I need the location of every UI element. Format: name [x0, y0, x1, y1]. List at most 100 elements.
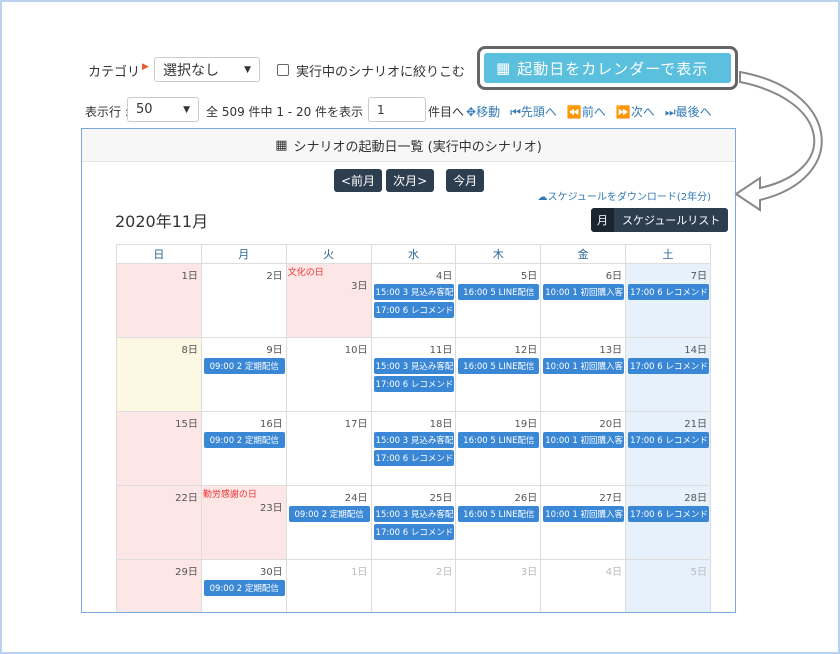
- calendar-day[interactable]: 9日 09:00 2 定期配信: [200, 337, 287, 412]
- calendar-event[interactable]: 10:00 1 初回購入客フォ: [543, 432, 625, 448]
- running-only-checkbox[interactable]: [277, 64, 289, 76]
- calendar-day[interactable]: 21日 17:00 6 レコメンドメ-: [625, 411, 711, 486]
- day-number: 5日: [690, 567, 707, 578]
- last-link[interactable]: ⏭最後へ: [665, 103, 712, 120]
- calendar-day[interactable]: 19日 16:00 5 LINE配信: [455, 411, 542, 486]
- calendar-day[interactable]: 6日 10:00 1 初回購入客フォ: [540, 263, 627, 338]
- calendar-event[interactable]: 17:00 6 レコメンドメ-: [373, 524, 455, 540]
- calendar-day[interactable]: 13日 10:00 1 初回購入客フォ: [540, 337, 627, 412]
- calendar-event[interactable]: 16:00 5 LINE配信: [458, 284, 540, 300]
- highlight-box: ▦ 起動日をカレンダーで表示: [477, 46, 738, 90]
- calendar-event[interactable]: 10:00 1 初回購入客フォ: [543, 358, 625, 374]
- page-input[interactable]: 1: [368, 97, 426, 122]
- view-list-button[interactable]: スケジュールリスト: [614, 208, 729, 232]
- calendar-event[interactable]: 15:00 3 見込み客配信: [373, 506, 455, 522]
- calendar-day[interactable]: 1日: [116, 263, 202, 338]
- calendar-event[interactable]: 09:00 2 定期配信: [203, 358, 285, 374]
- calendar-event[interactable]: 09:00 2 定期配信: [203, 580, 285, 596]
- calendar-day[interactable]: 5日: [625, 559, 711, 612]
- next-label: 次へ: [630, 105, 655, 119]
- calendar-day[interactable]: 2日: [370, 559, 457, 612]
- calendar-event[interactable]: 17:00 6 レコメンドメ-: [373, 450, 455, 466]
- calendar-day[interactable]: 16日 09:00 2 定期配信: [200, 411, 287, 486]
- calendar-event[interactable]: 16:00 5 LINE配信: [458, 432, 540, 448]
- day-number: 13日: [599, 345, 623, 356]
- category-value: 選択なし: [163, 62, 219, 79]
- calendar-day[interactable]: 2日: [200, 263, 287, 338]
- calendar-event[interactable]: 10:00 1 初回購入客フォ: [543, 506, 625, 522]
- calendar-event[interactable]: 15:00 3 見込み客配信: [373, 358, 455, 374]
- calendar-event[interactable]: 17:00 6 レコメンドメ-: [373, 376, 455, 392]
- day-number: 2日: [436, 567, 453, 578]
- next-month-button[interactable]: 次月>: [386, 169, 435, 192]
- calendar-event[interactable]: 17:00 6 レコメンドメ-: [628, 432, 709, 448]
- result-summary: 全 509 件中 1 - 20 件を表示: [206, 105, 364, 119]
- move-link[interactable]: ✥移動: [466, 103, 500, 120]
- calendar-day[interactable]: 25日 15:00 3 見込み客配信 17:00 6 レコメンドメ-: [370, 485, 457, 560]
- calendar-day[interactable]: 24日 09:00 2 定期配信: [285, 485, 372, 560]
- calendar-day[interactable]: 3日: [455, 559, 542, 612]
- calendar-event[interactable]: 10:00 1 初回購入客フォ: [543, 284, 625, 300]
- calendar-day[interactable]: 17日: [285, 411, 372, 486]
- calendar-day[interactable]: 28日 17:00 6 レコメンドメ-: [625, 485, 711, 560]
- first-link[interactable]: ⏮先頭へ: [510, 103, 557, 120]
- calendar-event[interactable]: 17:00 6 レコメンドメ-: [628, 506, 709, 522]
- holiday-label: 勤労感謝の日: [202, 490, 257, 500]
- weekday-header: 火: [285, 244, 372, 264]
- calendar-event[interactable]: 17:00 6 レコメンドメ-: [628, 358, 709, 374]
- calendar-day[interactable]: 8日: [116, 337, 202, 412]
- calendar-day[interactable]: 22日: [116, 485, 202, 560]
- calendar-event[interactable]: 16:00 5 LINE配信: [458, 358, 540, 374]
- prev-month-button[interactable]: <前月: [334, 169, 383, 192]
- day-number: 22日: [175, 493, 198, 504]
- day-number: 17日: [344, 419, 368, 430]
- calendar-day[interactable]: 15日: [116, 411, 202, 486]
- day-number: 29日: [175, 567, 198, 578]
- prev-link[interactable]: ⏪前へ: [567, 103, 606, 120]
- day-number: 15日: [175, 419, 198, 430]
- calendar-event[interactable]: 09:00 2 定期配信: [288, 506, 370, 522]
- calendar-day[interactable]: 10日: [285, 337, 372, 412]
- day-number: 11日: [429, 345, 453, 356]
- calendar-day[interactable]: 26日 16:00 5 LINE配信: [455, 485, 542, 560]
- calendar-day[interactable]: 27日 10:00 1 初回購入客フォ: [540, 485, 627, 560]
- calendar-event[interactable]: 15:00 3 見込み客配信: [373, 432, 455, 448]
- calendar-day[interactable]: 7日 17:00 6 レコメンドメ-: [625, 263, 711, 338]
- calendar-day[interactable]: 29日: [116, 559, 202, 612]
- calendar-day[interactable]: 1日: [285, 559, 372, 612]
- calendar-event[interactable]: 09:00 2 定期配信: [203, 432, 285, 448]
- day-number: 27日: [599, 493, 623, 504]
- calendar-event[interactable]: 17:00 6 レコメンドメ-: [628, 284, 709, 300]
- rows-select[interactable]: 50 ▼: [127, 97, 199, 122]
- calendar-day[interactable]: 30日 09:00 2 定期配信: [200, 559, 287, 612]
- next-link[interactable]: ⏩次へ: [616, 103, 655, 120]
- weekday-header: 金: [540, 244, 627, 264]
- day-number: 28日: [684, 493, 707, 504]
- calendar-day[interactable]: 勤労感謝の日 23日: [200, 485, 287, 560]
- weekday-header: 木: [455, 244, 542, 264]
- category-select[interactable]: 選択なし ▼: [154, 57, 260, 82]
- calendar-day[interactable]: 12日 16:00 5 LINE配信: [455, 337, 542, 412]
- caret-down-icon: ▼: [244, 64, 251, 75]
- month-title: 2020年11月: [115, 212, 209, 231]
- this-month-button[interactable]: 今月: [446, 169, 485, 192]
- calendar-day[interactable]: 11日 15:00 3 見込み客配信 17:00 6 レコメンドメ-: [370, 337, 457, 412]
- calendar-day[interactable]: 14日 17:00 6 レコメンドメ-: [625, 337, 711, 412]
- view-month-button[interactable]: 月: [591, 208, 614, 232]
- calendar-event[interactable]: 17:00 6 レコメンドメ-: [373, 302, 455, 318]
- weekday-header: 月: [200, 244, 287, 264]
- calendar-day[interactable]: 文化の日 3日: [285, 263, 372, 338]
- rows-value: 50: [136, 102, 153, 117]
- calendar-icon: ▦: [275, 137, 288, 153]
- day-number: 30日: [259, 567, 283, 578]
- day-number: 18日: [429, 419, 453, 430]
- calendar-day[interactable]: 20日 10:00 1 初回購入客フォ: [540, 411, 627, 486]
- calendar-day[interactable]: 18日 15:00 3 見込み客配信 17:00 6 レコメンドメ-: [370, 411, 457, 486]
- calendar-day[interactable]: 5日 16:00 5 LINE配信: [455, 263, 542, 338]
- download-schedule-link[interactable]: ☁スケジュールをダウンロード(2年分): [538, 188, 711, 203]
- calendar-day[interactable]: 4日: [540, 559, 627, 612]
- calendar-view-button[interactable]: ▦ 起動日をカレンダーで表示: [484, 53, 731, 83]
- calendar-day[interactable]: 4日 15:00 3 見込み客配信 17:00 6 レコメンドメ-: [370, 263, 457, 338]
- calendar-event[interactable]: 16:00 5 LINE配信: [458, 506, 540, 522]
- calendar-event[interactable]: 15:00 3 見込み客配信: [373, 284, 455, 300]
